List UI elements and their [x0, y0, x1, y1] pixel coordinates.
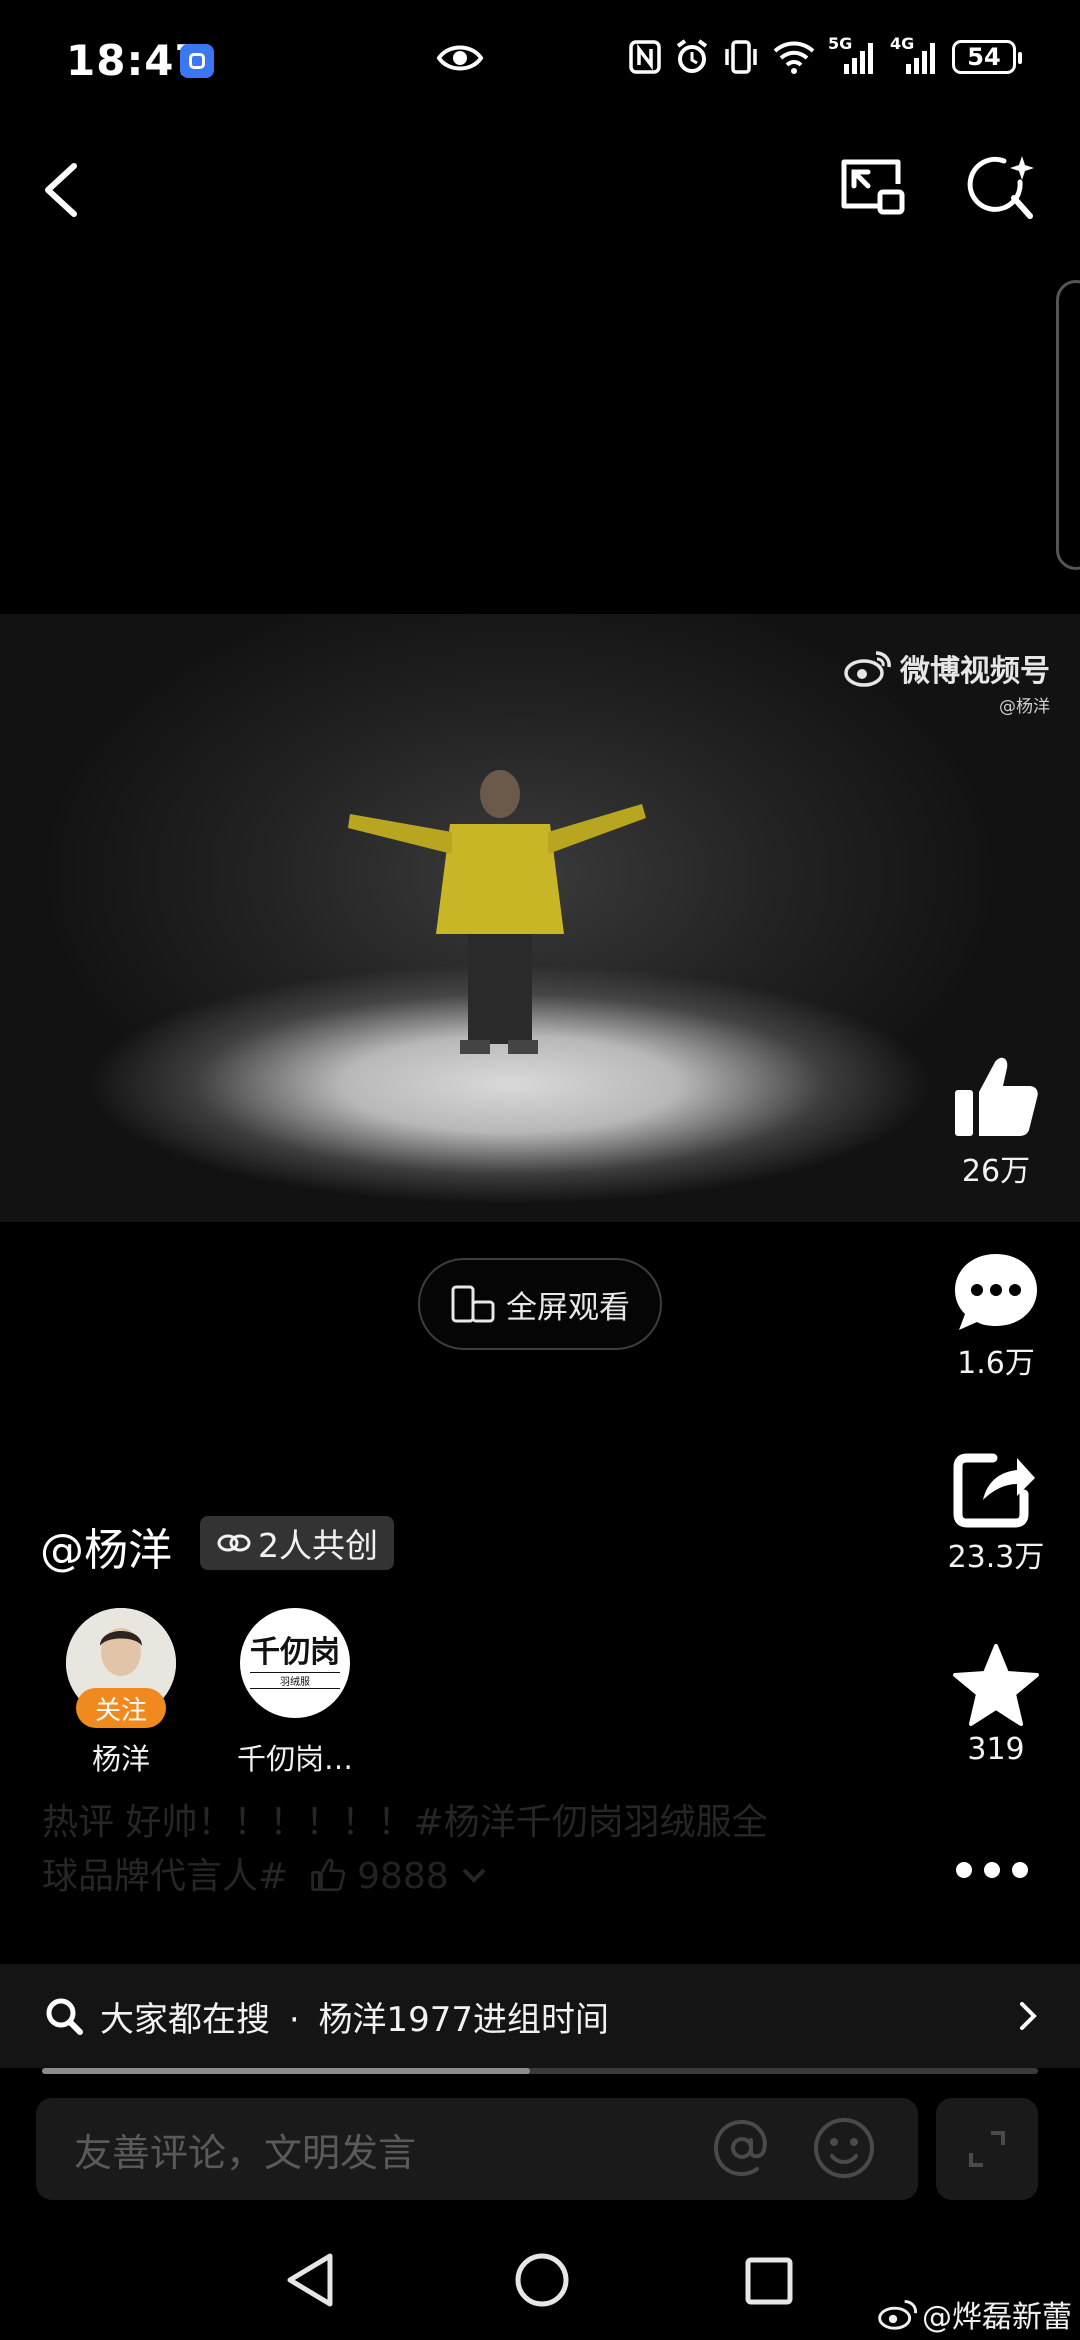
comment-placeholder: 友善评论，文明发言: [74, 2130, 417, 2175]
thumbs-up-icon: [310, 1858, 345, 1892]
like-count: 26万: [961, 1154, 1031, 1189]
suggestion-query: 杨洋1977进组时间: [318, 1999, 609, 2040]
cocreate-badge[interactable]: 2人共创: [200, 1516, 394, 1570]
video-player[interactable]: 微博视频号 @杨洋: [0, 614, 1080, 1222]
favorite-button[interactable]: 319: [940, 1642, 1052, 1767]
share-count: 23.3万: [947, 1540, 1045, 1575]
eye-icon: [436, 45, 484, 71]
signal-4g-icon: 4G: [890, 34, 940, 76]
status-bar: 18:47 5G 4G 54: [0, 0, 1080, 120]
video-watermark: 微博视频号 @杨洋: [844, 646, 1050, 717]
watermark-title: 微博视频号: [900, 654, 1050, 689]
thumbs-up-icon: [955, 1057, 1038, 1136]
caption-line: 球品牌代言人#: [42, 1856, 289, 1897]
expand-icon: [969, 2131, 1005, 2167]
nav-back-icon[interactable]: [282, 2250, 338, 2310]
vibrate-icon: [725, 40, 757, 74]
chevron-right-icon: [1020, 2002, 1037, 2030]
weibo-logo-icon: [878, 2300, 918, 2330]
link-icon: [217, 1534, 251, 1552]
mention-icon[interactable]: [712, 2118, 772, 2178]
ai-search-icon[interactable]: [962, 152, 1040, 228]
video-frame-person: [348, 770, 646, 1054]
comment-bubble-icon: [955, 1254, 1037, 1330]
wifi-icon: [773, 41, 815, 74]
picture-in-picture-icon[interactable]: [836, 154, 908, 226]
battery-level: 54: [967, 43, 1001, 71]
side-panel-handle[interactable]: [1056, 280, 1080, 570]
signal-5g-icon: 5G: [828, 34, 878, 76]
caption-likes: 9888: [357, 1856, 449, 1897]
comment-count: 1.6万: [957, 1346, 1035, 1381]
search-suggestion-bar[interactable]: 大家都在搜 · 杨洋1977进组时间: [0, 1964, 1080, 2068]
creator-item[interactable]: 千仞岗 羽绒服 千仞岗…: [220, 1608, 370, 1778]
back-icon[interactable]: [34, 158, 90, 222]
app-notification-icon: [180, 44, 214, 78]
cocreate-label: 2人共创: [258, 1526, 378, 1565]
alarm-icon: [676, 39, 708, 73]
follow-button[interactable]: 关注: [76, 1688, 166, 1728]
emoji-icon[interactable]: [812, 2116, 876, 2180]
creator-item[interactable]: 关注 杨洋: [46, 1608, 196, 1778]
nav-home-icon[interactable]: [514, 2252, 570, 2308]
share-button[interactable]: 23.3万: [940, 1448, 1052, 1576]
expand-comment-button[interactable]: [936, 2098, 1038, 2200]
creator-name: 千仞岗…: [236, 1742, 353, 1776]
weibo-logo-icon: [844, 651, 891, 687]
search-icon: [46, 1998, 83, 2035]
nav-recent-apps-icon[interactable]: [744, 2256, 794, 2306]
watermark-handle: @杨洋: [999, 697, 1050, 717]
battery-indicator: 54: [952, 40, 1022, 74]
share-icon: [953, 1453, 1035, 1528]
caption-line: 热评 好帅！！！！！！#杨洋千仞岗羽绒服全: [42, 1802, 768, 1843]
chevron-down-icon[interactable]: [460, 1866, 488, 1886]
suggestion-separator: ·: [288, 1999, 300, 2040]
author-handle[interactable]: @杨洋: [40, 1514, 172, 1578]
like-button[interactable]: 26万: [940, 1052, 1052, 1190]
video-progress-bar[interactable]: [42, 2068, 1038, 2074]
brand-logo-text: 千仞岗: [250, 1634, 340, 1670]
nfc-icon: [629, 40, 661, 74]
star-icon: [953, 1644, 1039, 1726]
fullscreen-label: 全屏观看: [506, 1289, 630, 1326]
corner-watermark: @烨磊新蕾: [878, 2292, 1072, 2336]
more-options-button[interactable]: [956, 1852, 1032, 1888]
video-progress-fill: [42, 2068, 531, 2074]
suggestion-prefix: 大家都在搜: [100, 1999, 270, 2040]
comment-button[interactable]: 1.6万: [940, 1250, 1052, 1382]
fullscreen-button[interactable]: 全屏观看: [418, 1258, 662, 1350]
rotate-screen-icon: [451, 1285, 495, 1323]
brand-avatar[interactable]: 千仞岗 羽绒服: [240, 1608, 350, 1718]
creator-name: 杨洋: [91, 1742, 150, 1776]
more-dot-icon: [956, 1862, 972, 1878]
more-dot-icon: [1012, 1862, 1028, 1878]
favorite-count: 319: [967, 1732, 1025, 1767]
video-caption[interactable]: 热评 好帅！！！！！！#杨洋千仞岗羽绒服全 球品牌代言人# 9888: [42, 1796, 882, 1904]
corner-watermark-text: @烨磊新蕾: [922, 2300, 1072, 2335]
comment-input[interactable]: 友善评论，文明发言: [36, 2098, 918, 2200]
more-dot-icon: [984, 1862, 1000, 1878]
brand-logo-sub: 羽绒服: [250, 1671, 340, 1689]
